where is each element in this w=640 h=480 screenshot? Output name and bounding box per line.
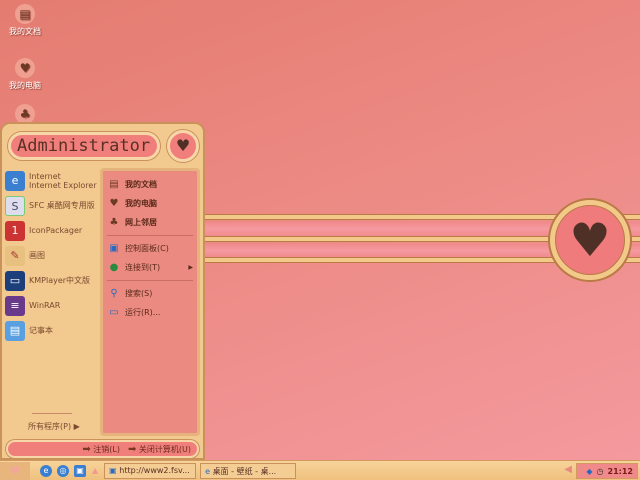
user-name: Administrator	[8, 132, 160, 160]
start-menu: Administrator ♥ e Internet Internet Explor…	[0, 122, 205, 460]
system-tray: ◆ ◷ 21:12	[576, 463, 638, 479]
heart-computer-icon: ♥	[15, 58, 35, 78]
ie-icon: ▣	[109, 465, 117, 475]
search[interactable]: ⚲ 搜索(S)	[107, 284, 193, 303]
clock[interactable]: 21:12	[608, 467, 633, 476]
run-icon: ▭	[109, 307, 119, 318]
quicklaunch-ie-icon[interactable]: e	[40, 464, 52, 477]
connect-to[interactable]: ● 连接到(T) ▶	[107, 258, 193, 277]
paint-icon: ✎	[5, 245, 25, 266]
program-iconpackager[interactable]: 1 IconPackager	[5, 218, 97, 243]
kmplayer-icon: ▭	[5, 270, 25, 291]
start-button[interactable]: ♥	[0, 461, 30, 480]
pinned-programs: e Internet Internet Explorer S SFC 桌酷网专用版 1…	[5, 168, 97, 343]
user-avatar-heart-icon[interactable]: ♥	[167, 130, 199, 162]
divider	[32, 413, 72, 414]
taskbar-task-browser[interactable]: ▣ http://www2.fsv...	[104, 462, 197, 479]
tray-collapse-arrow-icon[interactable]: ◀	[564, 464, 572, 475]
notepad-icon: ▤	[5, 320, 25, 341]
taskbar-task-desktop[interactable]: e 桌面 - 壁纸 - 桌...	[200, 462, 297, 479]
ie-icon: e	[205, 466, 211, 476]
iconpackager-icon: 1	[5, 220, 25, 241]
clock-tray-icon[interactable]: ◷	[597, 467, 604, 476]
heart-icon: ♥	[555, 205, 625, 275]
search-icon: ⚲	[110, 288, 118, 299]
program-paint[interactable]: ✎ 画图	[5, 243, 97, 268]
power-bar: ➡ 注销(L) ➡ 关闭计算机(U)	[6, 440, 199, 458]
program-sfc[interactable]: S SFC 桌酷网专用版	[5, 193, 97, 218]
globe-icon: ●	[109, 262, 119, 273]
program-kmplayer[interactable]: ▭ KMPlayer中文版	[5, 268, 97, 293]
place-network[interactable]: ♣ 网上邻居	[107, 213, 193, 232]
place-my-documents[interactable]: ▤ 我的文档	[107, 175, 193, 194]
desktop-icon-my-computer[interactable]: ♥ 我的电脑	[4, 58, 46, 91]
logoff-button[interactable]: ➡ 注销(L)	[82, 444, 120, 455]
run[interactable]: ▭ 运行(R)...	[107, 303, 193, 322]
shutdown-button[interactable]: ➡ 关闭计算机(U)	[128, 444, 191, 455]
control-panel-icon: ▣	[109, 243, 119, 254]
quicklaunch-desktop-icon[interactable]: ▣	[74, 464, 86, 477]
divider	[107, 235, 193, 236]
program-winrar[interactable]: ≡ WinRAR	[5, 293, 97, 318]
all-programs-button[interactable]: 所有程序(P) ▶	[28, 421, 80, 432]
documents-icon: ▤	[15, 4, 35, 24]
arrow-icon: ➡	[127, 443, 137, 455]
quicklaunch-globe-icon[interactable]: ◎	[57, 464, 69, 477]
arrow-icon: ➡	[82, 443, 91, 455]
taskbar: ♥ e ◎ ▣ ▲ ▣ http://www2.fsv... e 桌面 - 壁纸…	[0, 460, 640, 480]
sfc-icon: S	[5, 195, 25, 216]
winrar-icon: ≡	[5, 295, 25, 316]
expand-arrow-icon[interactable]: ▲	[92, 466, 98, 475]
place-my-computer[interactable]: ♥ 我的电脑	[107, 194, 193, 213]
control-panel[interactable]: ▣ 控制面板(C)	[107, 239, 193, 258]
program-internet-explorer[interactable]: e Internet Internet Explorer	[5, 168, 97, 193]
documents-icon: ▤	[109, 179, 119, 190]
wallpaper-heart-emblem: ♥	[548, 198, 632, 282]
heart-icon: ♥	[9, 463, 21, 478]
submenu-arrow-icon: ▶	[188, 264, 193, 271]
network-icon: ♣	[109, 217, 119, 228]
network-tray-icon[interactable]: ◆	[586, 467, 592, 476]
heart-icon: ♥	[109, 198, 119, 209]
desktop-icon-my-documents[interactable]: ▤ 我的文档	[4, 4, 46, 37]
program-notepad[interactable]: ▤ 记事本	[5, 318, 97, 343]
places-panel: ▤ 我的文档 ♥ 我的电脑 ♣ 网上邻居 ▣ 控制面板(C) ● 连接到(T) ▶ ⚲ 搜索(…	[100, 168, 200, 436]
arrow-right-icon: ▶	[73, 422, 80, 431]
network-icon: ♣	[15, 104, 35, 124]
ie-icon: e	[5, 170, 25, 191]
divider	[107, 280, 193, 281]
